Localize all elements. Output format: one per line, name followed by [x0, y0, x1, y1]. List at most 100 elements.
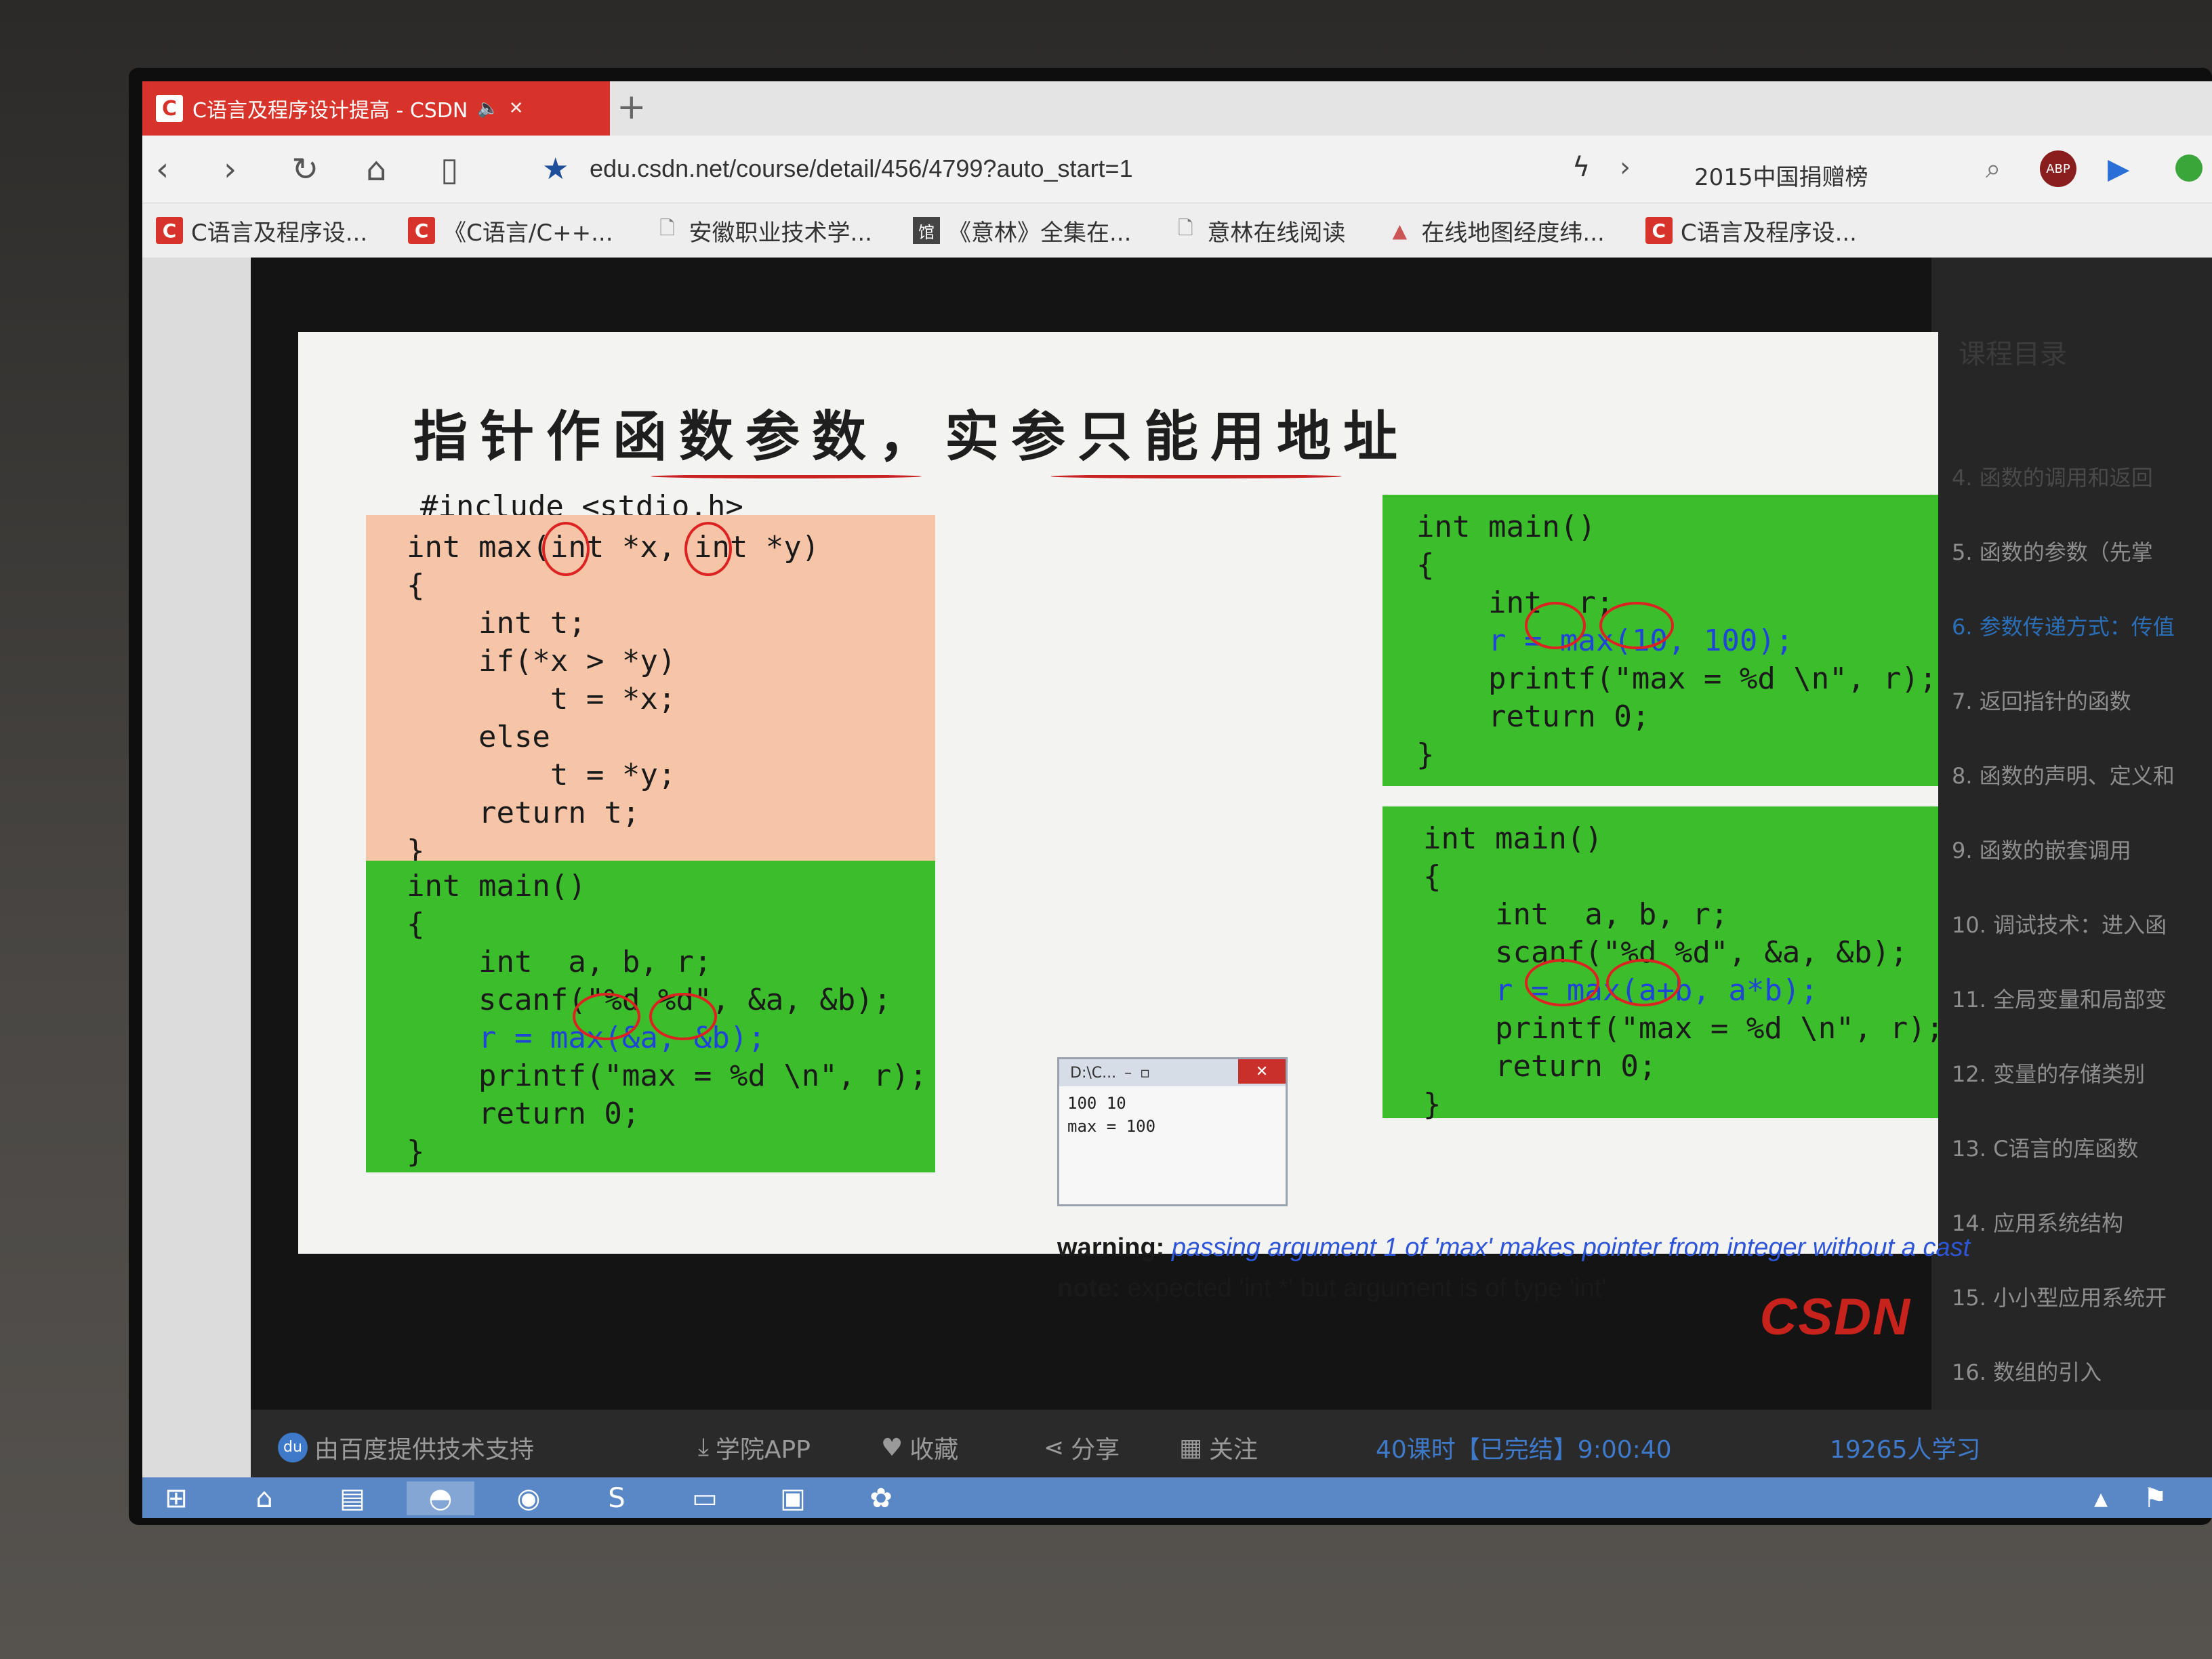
- search-icon[interactable]: ⌕: [1986, 153, 2001, 184]
- bookmark-label: 《C语言/C++...: [443, 219, 613, 247]
- console-window[interactable]: D:\C... – ▫ ✕ 100 10 max = 100: [1057, 1057, 1288, 1206]
- max-function-block: int max(int *x, int *y) { int t; if(*x >…: [366, 515, 935, 868]
- photo-background: C C语言及程序设计提高 - CSDN 🔈 ✕ + ‹ › ↻ ⌂ ▯ ★ ed…: [0, 0, 2212, 1659]
- bookmark-item[interactable]: C C语言及程序设...: [1645, 214, 1857, 247]
- warning-message: passing argument 1 of 'max' makes pointe…: [1171, 1233, 1971, 1262]
- catalog-item[interactable]: 9. 函数的嵌套调用: [1952, 834, 2131, 865]
- tab-bar: C C语言及程序设计提高 - CSDN 🔈 ✕ +: [142, 81, 2212, 136]
- catalog-item[interactable]: 14. 应用系统结构: [1952, 1206, 2123, 1237]
- bookmark-label: C语言及程序设...: [1680, 219, 1857, 247]
- bookmark-item[interactable]: C C语言及程序设...: [156, 214, 367, 247]
- console-titlebar: D:\C... – ▫ ✕: [1059, 1059, 1286, 1086]
- follow-label: 关注: [1209, 1436, 1258, 1464]
- forward-icon[interactable]: ›: [224, 150, 237, 188]
- code-lines: int main() { int a, b, r; scanf("%d %d",…: [1423, 821, 1908, 970]
- catalog-item[interactable]: 13. C语言的库函数: [1952, 1132, 2138, 1163]
- browser-icon[interactable]: ◓: [407, 1481, 474, 1515]
- handwritten-underline: [1050, 474, 1342, 478]
- bookmark-label: C语言及程序设...: [191, 219, 368, 247]
- back-icon[interactable]: ‹: [156, 150, 169, 188]
- close-tab-icon[interactable]: ✕: [509, 98, 524, 119]
- follow-button[interactable]: ▦ 关注: [1179, 1430, 1258, 1465]
- bookmark-label: 意林在线阅读: [1207, 219, 1346, 247]
- home-icon[interactable]: ⌂: [230, 1481, 298, 1515]
- console-title: D:\C...: [1070, 1064, 1117, 1082]
- lesson-info: 40课时【已完结】9:00:40: [1376, 1436, 1672, 1464]
- folder-icon[interactable]: ▭: [671, 1481, 739, 1515]
- code-lines: printf("max = %d \n", r); return 0; }: [1423, 1011, 1944, 1122]
- pdf-icon[interactable]: ▤: [319, 1481, 386, 1515]
- new-tab-button[interactable]: +: [617, 87, 647, 127]
- handwritten-circle: [684, 522, 732, 576]
- catalog-item[interactable]: 12. 变量的存储类别: [1952, 1057, 2145, 1088]
- taskbar: ⊞ ⌂ ▤ ◓ ◉ S ▭ ▣ ✿ ▴ ⚑: [142, 1477, 2212, 1518]
- bookmark-item[interactable]: 🗋 意林在线阅读: [1172, 214, 1345, 247]
- library-icon: 馆: [912, 217, 940, 244]
- close-icon[interactable]: ✕: [1238, 1059, 1286, 1084]
- catalog-item[interactable]: 8. 函数的声明、定义和: [1952, 759, 2175, 790]
- reader-icon[interactable]: ▯: [441, 150, 458, 188]
- catalog-item[interactable]: 11. 全局变量和局部变: [1952, 983, 2167, 1014]
- chevron-right-icon[interactable]: ›: [1620, 152, 1631, 183]
- star-icon[interactable]: ★: [542, 152, 569, 186]
- warning-text: warning: passing argument 1 of 'max' mak…: [1057, 1233, 1970, 1263]
- map-icon: ▲: [1392, 219, 1408, 242]
- slide-title: 指针作函数参数，实参只能用地址: [413, 405, 1410, 468]
- app-label: 学院APP: [715, 1436, 811, 1464]
- home-icon[interactable]: ⌂: [366, 150, 386, 188]
- heart-icon: ♥: [881, 1433, 903, 1462]
- app-icon[interactable]: S: [583, 1481, 651, 1515]
- csdn-brand-logo: CSDN: [1759, 1288, 1911, 1346]
- tab-active[interactable]: C C语言及程序设计提高 - CSDN 🔈 ✕: [142, 81, 610, 136]
- minimize-icon[interactable]: –: [1124, 1065, 1132, 1082]
- course-controls: du 由百度提供技术支持 ⤓ 学院APP ♥ 收藏 ⋖ 分享 ▦ 关注 40课时【已完结】…: [251, 1410, 2212, 1477]
- handwritten-circle: [1606, 959, 1681, 1006]
- baidu-credit[interactable]: du 由百度提供技术支持: [278, 1430, 534, 1465]
- reload-icon[interactable]: ↻: [291, 150, 319, 188]
- pinwheel-icon[interactable]: ✿: [847, 1481, 915, 1515]
- maximize-icon[interactable]: ▫: [1140, 1065, 1150, 1082]
- share-label: 分享: [1071, 1436, 1120, 1464]
- baidu-paw-icon: du: [278, 1433, 308, 1462]
- handwritten-circle: [1525, 602, 1586, 649]
- app-icon[interactable]: ◉: [495, 1481, 562, 1515]
- share-button[interactable]: ⋖ 分享: [1044, 1430, 1120, 1465]
- app-button[interactable]: ⤓ 学院APP: [698, 1430, 811, 1465]
- catalog-item[interactable]: 7. 返回指针的函数: [1952, 684, 2131, 716]
- favorite-label: 收藏: [909, 1436, 959, 1464]
- play-icon[interactable]: ▶: [2108, 152, 2129, 185]
- bookmark-item[interactable]: C 《C语言/C++...: [408, 214, 613, 247]
- window-icon[interactable]: ▣: [759, 1481, 827, 1515]
- note-label: note:: [1057, 1274, 1120, 1303]
- address-bar[interactable]: edu.csdn.net/course/detail/456/4799?auto…: [590, 155, 1133, 183]
- bookmark-item[interactable]: 🗋 安徽职业技术学...: [654, 214, 872, 247]
- catalog-item[interactable]: 16. 数组的引入: [1952, 1355, 2102, 1387]
- adblock-icon[interactable]: ABP: [2040, 150, 2076, 187]
- max-function-code: int max(int *x, int *y) { int t; if(*x >…: [407, 530, 820, 868]
- catalog-title: 课程目录: [1959, 339, 2067, 370]
- code-lines: int main() { int r;: [1416, 510, 1614, 620]
- catalog-item[interactable]: 6. 参数传递方式：传值: [1952, 610, 2175, 641]
- csdn-logo-icon: C: [156, 95, 183, 122]
- code-lines: printf("max = %d \n", r); return 0; }: [407, 1059, 928, 1169]
- catalog-item[interactable]: 15. 小小型应用系统开: [1952, 1281, 2167, 1312]
- max-call-line: r = max(10, 100);: [1416, 623, 1794, 658]
- flag-icon[interactable]: ⚑: [2121, 1481, 2189, 1515]
- search-input[interactable]: 2015中国捐赠榜: [1694, 159, 1868, 192]
- bookmark-label: 安徽职业技术学...: [689, 219, 872, 247]
- bookmark-item[interactable]: ▲ 在线地图经度纬...: [1386, 214, 1605, 247]
- speaker-icon[interactable]: 🔈: [477, 98, 499, 119]
- favorite-button[interactable]: ♥ 收藏: [881, 1430, 958, 1465]
- extension-icon[interactable]: [2175, 155, 2203, 182]
- catalog-item[interactable]: 10. 调试技术：进入函: [1952, 908, 2167, 939]
- share-icon: ⋖: [1044, 1433, 1065, 1462]
- warning-label: warning:: [1057, 1233, 1165, 1262]
- bookmark-item[interactable]: 馆《意林》全集在...: [912, 214, 1131, 247]
- catalog-item[interactable]: 4. 函数的调用和返回: [1952, 461, 2153, 492]
- csdn-icon: C: [156, 217, 183, 244]
- start-icon[interactable]: ⊞: [142, 1481, 210, 1515]
- catalog-item[interactable]: 5. 函数的参数（先掌: [1952, 535, 2153, 567]
- console-output: 100 10 max = 100: [1067, 1094, 1156, 1136]
- bookmarks-bar: C C语言及程序设... C 《C语言/C++... 🗋 安徽职业技术学... 馆《意…: [142, 203, 2212, 258]
- flash-icon[interactable]: ϟ: [1572, 152, 1590, 183]
